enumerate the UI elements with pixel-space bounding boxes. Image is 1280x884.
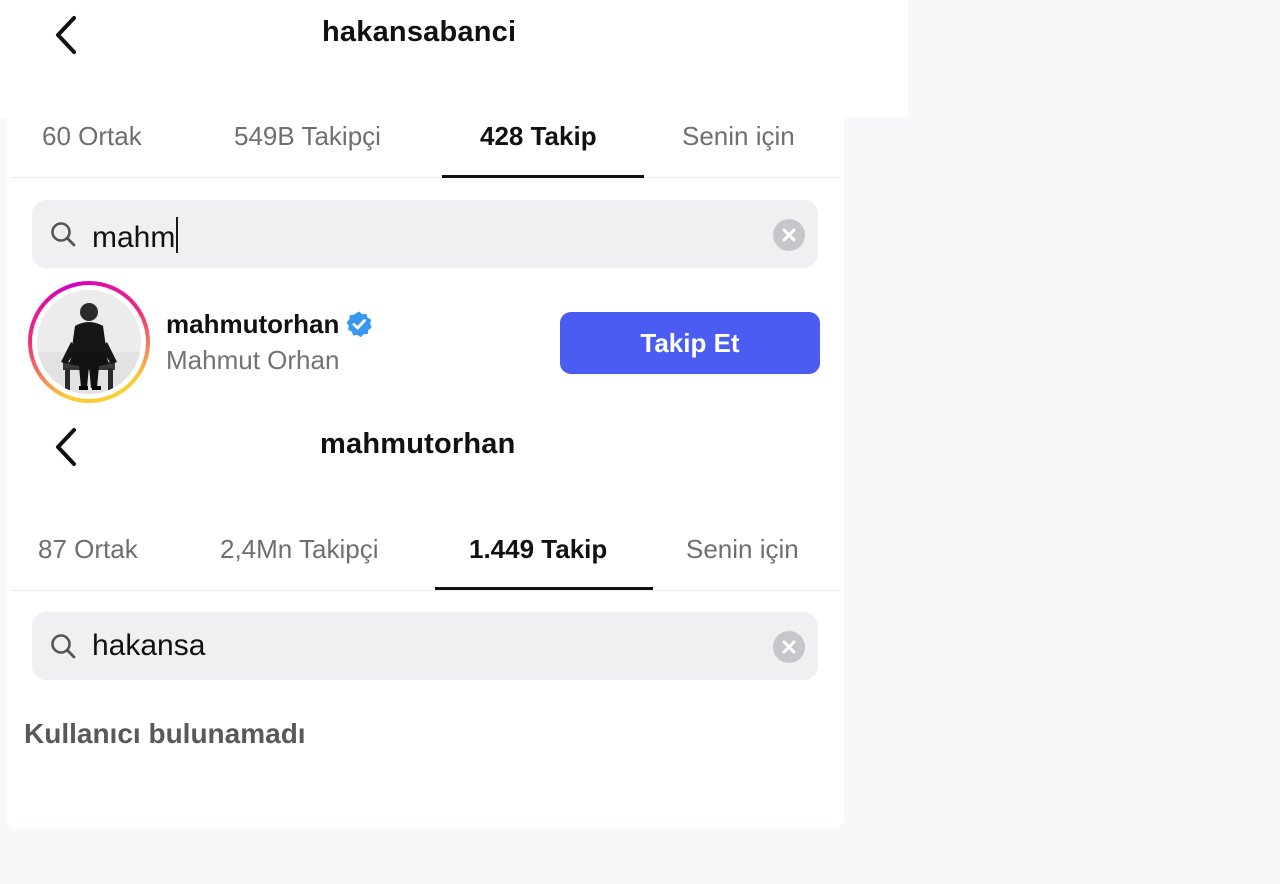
text-cursor (176, 217, 179, 253)
clear-icon (782, 640, 796, 654)
page-title: hakansabanci (322, 16, 517, 48)
verified-badge-icon (346, 311, 373, 338)
tab-for-you[interactable]: Senin için (686, 534, 799, 565)
clear-search-button[interactable] (773, 219, 805, 251)
active-tab-indicator (435, 587, 653, 590)
follow-button[interactable]: Takip Et (560, 312, 820, 374)
avatar[interactable] (28, 281, 150, 403)
clear-search-button[interactable] (773, 631, 805, 663)
page-title: mahmutorhan (320, 428, 516, 460)
search-query: hakansa (92, 629, 205, 663)
search-query-text: mahm (92, 221, 176, 254)
tab-for-you[interactable]: Senin için (682, 121, 795, 152)
back-button[interactable] (46, 10, 86, 60)
search-query: mahm (92, 217, 179, 255)
tab-followers[interactable]: 2,4Mn Takipçi (220, 534, 379, 565)
search-query-text: hakansa (92, 629, 206, 662)
tab-followers[interactable]: 549B Takipçi (234, 121, 381, 152)
search-icon (51, 222, 76, 247)
chevron-left-icon (56, 428, 76, 466)
avatar-border (32, 285, 146, 399)
tab-following[interactable]: 428 Takip (480, 121, 597, 152)
result-username[interactable]: mahmutorhan (166, 309, 373, 340)
tab-following[interactable]: 1.449 Takip (469, 534, 607, 565)
tab-mutual[interactable]: 87 Ortak (38, 534, 138, 565)
result-username-text: mahmutorhan (166, 309, 340, 339)
search-icon (51, 634, 76, 659)
person-silhouette-icon (37, 290, 141, 394)
back-button[interactable] (46, 422, 86, 472)
chevron-left-icon (56, 16, 76, 54)
result-full-name: Mahmut Orhan (166, 345, 340, 375)
profile-photo (37, 290, 141, 394)
tab-bar-divider (10, 590, 840, 591)
no-results-message: Kullanıcı bulunamadı (24, 718, 306, 749)
active-tab-indicator (442, 175, 644, 178)
tab-mutual[interactable]: 60 Ortak (42, 121, 142, 152)
search-input[interactable]: mahm (32, 200, 818, 268)
clear-icon (782, 228, 796, 242)
tab-bar-divider (10, 177, 840, 178)
search-input[interactable]: hakansa (32, 612, 818, 680)
